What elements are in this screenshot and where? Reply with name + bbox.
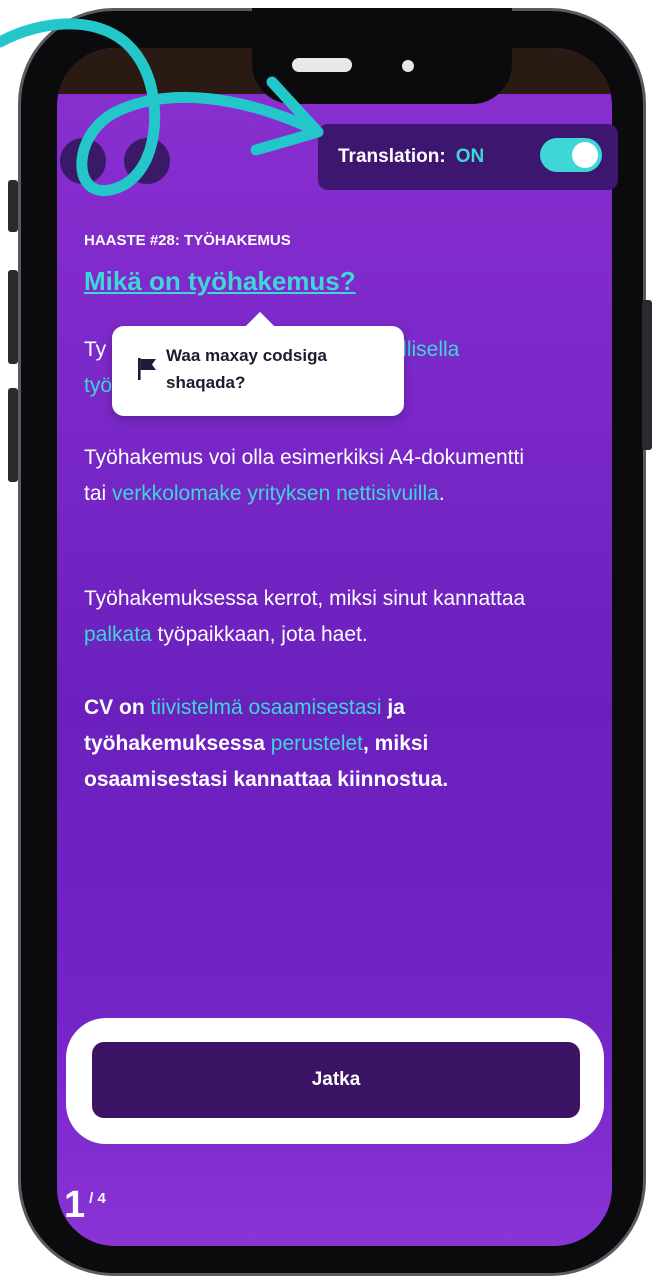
paragraph-2-end: . [438,482,445,505]
phone-notch [252,8,512,104]
paragraph-3-end: työpaikkaan, jota haet. [151,623,368,646]
phone-volume-up-button [8,270,18,364]
phone-power-button [642,300,652,450]
progress-indicator: 1/ 4 [64,1184,106,1227]
phone-side-button [8,180,18,232]
paragraph-3-text: Työhakemuksessa kerrot, miksi sinut kann… [84,587,526,610]
paragraph-4: CV on tiivistelmä osaamisestasi ja työha… [84,690,544,798]
translation-label: Translation: [338,146,446,167]
front-camera [402,60,414,72]
paragraph-3: Työhakemuksessa kerrot, miksi sinut kann… [84,581,544,653]
progress-total: / 4 [89,1190,106,1207]
highlight-phrase[interactable]: tiivistelmä osaamisestasi [151,696,382,719]
flag-icon [138,358,156,380]
paragraph-4-start: CV on [84,696,151,719]
paragraph-1-start: Ty [84,338,107,361]
speaker-grille [292,58,352,72]
translation-state: ON [455,146,485,167]
chevron-left-icon [78,152,88,170]
progress-current: 1 [64,1184,86,1226]
highlight-phrase[interactable]: verkkolomake yrityksen nettisivuilla [112,482,439,505]
highlight-word[interactable]: työ [84,374,112,397]
popup-text: Waa maxay codsiga shaqada? [166,346,327,392]
challenge-label: HAASTE #28: TYÖHAKEMUS [84,232,291,249]
highlight-word[interactable]: palkata [84,623,152,646]
next-button[interactable] [124,138,170,184]
page-title[interactable]: Mikä on työhakemus? [84,266,356,297]
previous-button[interactable] [60,138,106,184]
translation-bar: Translation: ON [318,124,618,190]
phone-volume-down-button [8,388,18,482]
toggle-knob [572,142,598,168]
chevron-right-icon [142,152,152,170]
paragraph-2: Työhakemus voi olla esimerkiksi A4-dokum… [84,440,544,512]
translation-popup: Waa maxay codsiga shaqada? [112,311,404,416]
highlight-word[interactable]: perustelet [271,732,363,755]
continue-button[interactable]: Jatka [92,1042,580,1118]
translation-toggle[interactable] [540,138,602,172]
